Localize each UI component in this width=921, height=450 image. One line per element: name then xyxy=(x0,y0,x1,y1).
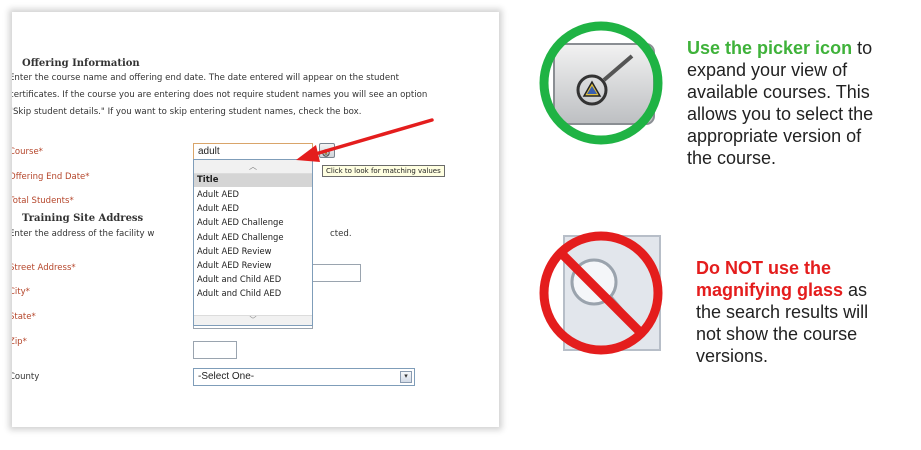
picker-instruction-line-2: expand your view of xyxy=(687,60,848,80)
training-site-text-suffix: cted. xyxy=(330,229,352,239)
magnifier-warning-line-2: magnifying glass as xyxy=(696,279,867,301)
offering-info-text-1: Enter the course name and offering end d… xyxy=(12,73,399,83)
picker-instruction-line-6: the course. xyxy=(687,148,777,168)
scroll-down-icon[interactable]: ﹀ xyxy=(194,315,312,325)
end-date-label: Offering End Date* xyxy=(12,172,90,182)
state-label: State* xyxy=(12,312,36,322)
magnifier-warning-highlight: magnifying glass xyxy=(696,280,844,300)
magnifier-warning-line-4: not show the course xyxy=(696,324,858,344)
red-arrow xyxy=(296,118,434,162)
chevron-down-icon[interactable]: ▾ xyxy=(400,371,412,383)
dropdown-item[interactable]: Adult AED xyxy=(194,201,312,215)
picker-icon-callout xyxy=(539,21,663,145)
city-label: City* xyxy=(12,287,30,297)
course-dropdown[interactable]: ︿ Title Adult AED Adult AED Adult AED Ch… xyxy=(193,159,313,326)
county-select[interactable]: -Select One- ▾ xyxy=(193,368,415,386)
picker-instruction-rest: to xyxy=(852,38,873,58)
magnifying-glass-icon-callout xyxy=(539,231,663,355)
picker-instruction-highlight: Use the picker icon xyxy=(687,38,853,58)
offering-info-text-2: certificates. If the course you are ente… xyxy=(12,90,428,100)
dropdown-item[interactable]: Adult AED Challenge xyxy=(194,230,312,244)
magnifier-warning-line-3: the search results will xyxy=(696,302,869,322)
magnifier-warning-line-5: versions. xyxy=(696,346,769,366)
picker-instruction-line-3: available courses. This xyxy=(687,82,870,102)
magnifier-warning-rest: as xyxy=(843,280,868,300)
dropdown-item[interactable]: Adult AED Challenge xyxy=(194,215,312,229)
dropdown-item[interactable]: Adult AED Review xyxy=(194,258,312,272)
training-site-text-visible: Enter the address of the facility w xyxy=(12,229,155,239)
training-site-heading: Training Site Address xyxy=(22,213,144,224)
zip-input[interactable] xyxy=(193,341,237,359)
total-students-label: Total Students* xyxy=(12,196,74,206)
training-site-text: Enter the address of the facility w xyxy=(12,226,154,243)
magnifier-warning-line-1: Do NOT use the xyxy=(696,258,832,278)
picker-instruction-line-4: allows you to select the xyxy=(687,104,874,124)
course-label: Course* xyxy=(12,147,43,157)
form-screenshot: Offering Information Enter the course na… xyxy=(12,12,499,427)
dropdown-item[interactable]: Adult AED xyxy=(194,187,312,201)
picker-instruction-line-1: Use the picker icon to xyxy=(687,37,872,59)
county-select-value: -Select One- xyxy=(198,371,255,382)
dropdown-item[interactable]: Adult and Child AED xyxy=(194,286,312,300)
dropdown-header: Title xyxy=(194,174,312,187)
county-label: County xyxy=(12,372,40,382)
picker-instruction-line-5: appropriate version of xyxy=(687,126,862,146)
offering-info-heading: Offering Information xyxy=(22,58,140,69)
street-input[interactable] xyxy=(310,264,361,282)
street-label: Street Address* xyxy=(12,263,76,273)
dropdown-item[interactable]: Adult AED Review xyxy=(194,244,312,258)
dropdown-item[interactable]: Adult and Child AED xyxy=(194,272,312,286)
zip-label: Zip* xyxy=(12,337,27,347)
